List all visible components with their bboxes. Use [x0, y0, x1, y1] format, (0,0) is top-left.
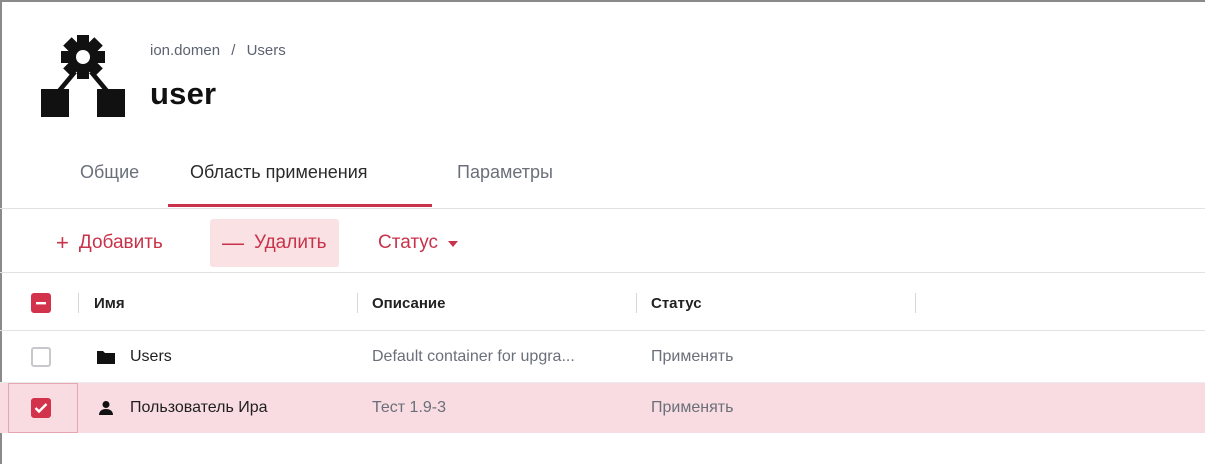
- minus-icon: —: [222, 230, 244, 255]
- user-icon: [96, 399, 116, 417]
- select-all-checkbox[interactable]: [31, 293, 51, 313]
- tab-general[interactable]: Общие: [80, 162, 139, 202]
- tab-bar: Общие Область применения Параметры: [0, 150, 1205, 209]
- row-description: Default container for upgra...: [372, 348, 575, 365]
- plus-icon: +: [56, 230, 69, 255]
- table-row[interactable]: Users Default container for upgra... При…: [0, 332, 1205, 383]
- delete-button-label: Удалить: [254, 232, 327, 253]
- table-header-row: Имя Описание Статус: [0, 276, 1205, 331]
- status-button-label: Статус: [378, 232, 439, 253]
- checkmark-icon: [34, 403, 48, 414]
- delete-button[interactable]: — Удалить: [210, 219, 339, 267]
- column-header-status[interactable]: Статус: [651, 276, 702, 330]
- tab-parameters[interactable]: Параметры: [457, 162, 553, 202]
- page-header: ion.domen / Users user: [0, 0, 1205, 140]
- column-separator[interactable]: [357, 293, 358, 313]
- column-separator[interactable]: [636, 293, 637, 313]
- add-button-label: Добавить: [78, 232, 163, 253]
- row-name: Users: [130, 348, 172, 365]
- active-tab-indicator: [168, 204, 432, 207]
- toolbar: + Добавить — Удалить Статус: [0, 216, 1205, 273]
- status-dropdown-button[interactable]: Статус: [376, 219, 460, 267]
- row-checkbox[interactable]: [31, 347, 51, 367]
- page-title: user: [150, 76, 217, 111]
- column-separator[interactable]: [915, 293, 916, 313]
- row-status: Применять: [651, 399, 734, 416]
- column-header-description[interactable]: Описание: [372, 276, 445, 330]
- row-name: Пользователь Ира: [130, 399, 268, 416]
- row-status: Применять: [651, 348, 734, 365]
- row-description: Тест 1.9-3: [372, 399, 447, 416]
- row-checkbox[interactable]: [31, 398, 51, 418]
- column-separator[interactable]: [78, 293, 79, 313]
- breadcrumb-current[interactable]: Users: [247, 42, 286, 59]
- folder-icon: [96, 348, 116, 366]
- gpo-settings-icon: [41, 35, 125, 117]
- tab-scope[interactable]: Область применения: [190, 162, 368, 202]
- caret-down-icon: [448, 241, 459, 247]
- table-row-selected[interactable]: Пользователь Ира Тест 1.9-3 Применять: [0, 383, 1205, 433]
- column-header-name[interactable]: Имя: [94, 276, 125, 330]
- breadcrumb-parent-link[interactable]: ion.domen: [150, 42, 220, 59]
- breadcrumb-separator: /: [231, 42, 236, 59]
- breadcrumb: ion.domen / Users: [150, 42, 293, 59]
- indeterminate-icon: [36, 302, 46, 305]
- add-button[interactable]: + Добавить: [54, 219, 165, 267]
